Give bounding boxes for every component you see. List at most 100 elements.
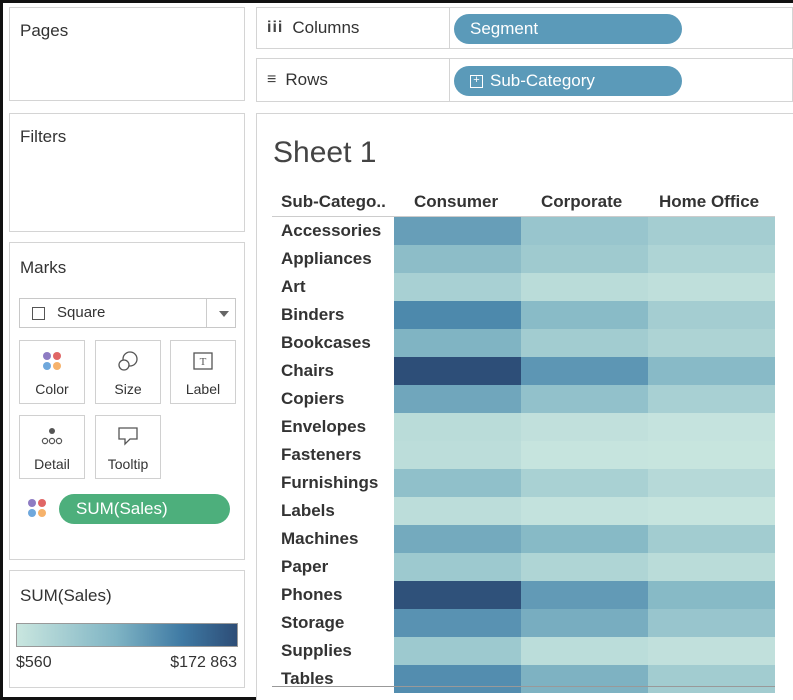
heatmap-cell[interactable]	[648, 329, 775, 357]
filters-title: Filters	[20, 127, 67, 146]
heatmap-cell[interactable]	[648, 441, 775, 469]
columns-label: Columns	[292, 18, 360, 37]
heatmap-cell[interactable]	[394, 357, 521, 385]
filters-shelf[interactable]: Filters	[9, 113, 245, 232]
heatmap-cell[interactable]	[521, 665, 648, 693]
marks-card: Marks Square Color Size T Label Detail T…	[9, 242, 245, 560]
heatmap-cell[interactable]	[521, 217, 648, 245]
color-card[interactable]: Color	[19, 340, 85, 404]
heatmap-cell[interactable]	[521, 273, 648, 301]
row-label[interactable]: Paper	[281, 553, 328, 581]
segment-pill[interactable]: Segment	[454, 14, 682, 44]
row-label[interactable]: Binders	[281, 301, 344, 329]
heatmap-cell[interactable]	[648, 609, 775, 637]
heatmap-cell[interactable]	[648, 385, 775, 413]
mark-type-dropdown[interactable]: Square	[19, 298, 236, 328]
row-label[interactable]: Machines	[281, 525, 358, 553]
heatmap-cell[interactable]	[648, 217, 775, 245]
detail-card[interactable]: Detail	[19, 415, 85, 479]
row-label[interactable]: Phones	[281, 581, 342, 609]
tooltip-icon	[96, 426, 160, 446]
heatmap-cell[interactable]	[648, 357, 775, 385]
heatmap-cell[interactable]	[394, 413, 521, 441]
heatmap-cell[interactable]	[521, 637, 648, 665]
heatmap-cell[interactable]	[521, 497, 648, 525]
rows-label: Rows	[285, 70, 328, 89]
heatmap-cell[interactable]	[648, 553, 775, 581]
column-header-consumer[interactable]: Consumer	[414, 192, 498, 212]
tooltip-card[interactable]: Tooltip	[95, 415, 161, 479]
row-header-label[interactable]: Sub-Catego..	[281, 192, 386, 212]
heatmap-cell[interactable]	[521, 245, 648, 273]
heatmap-cell[interactable]	[648, 497, 775, 525]
color-legend: SUM(Sales) $560 $172 863	[9, 570, 245, 688]
heatmap-cell[interactable]	[394, 441, 521, 469]
heatmap-cell[interactable]	[394, 469, 521, 497]
size-card[interactable]: Size	[95, 340, 161, 404]
row-label[interactable]: Labels	[281, 497, 335, 525]
heatmap-cell[interactable]	[648, 301, 775, 329]
heatmap-cell[interactable]	[394, 329, 521, 357]
row-label[interactable]: Art	[281, 273, 306, 301]
row-label[interactable]: Supplies	[281, 637, 352, 665]
heatmap-cell[interactable]	[394, 581, 521, 609]
heatmap-cell[interactable]	[521, 441, 648, 469]
heatmap-cell[interactable]	[648, 413, 775, 441]
heatmap-cell[interactable]	[521, 525, 648, 553]
heatmap-cell[interactable]	[521, 609, 648, 637]
heatmap-cell[interactable]	[648, 665, 775, 693]
sub-category-pill[interactable]: + Sub-Category	[454, 66, 682, 96]
heatmap-cell[interactable]	[521, 385, 648, 413]
heatmap-cell[interactable]	[394, 553, 521, 581]
heatmap-cell[interactable]	[521, 413, 648, 441]
row-label[interactable]: Accessories	[281, 217, 381, 245]
sum-sales-pill[interactable]: SUM(Sales)	[59, 494, 230, 524]
heatmap-cell[interactable]	[394, 245, 521, 273]
columns-shelf[interactable]: iii Columns Segment	[256, 7, 793, 49]
label-card[interactable]: T Label	[170, 340, 236, 404]
row-label[interactable]: Copiers	[281, 385, 344, 413]
expand-plus-icon: +	[470, 74, 483, 88]
rows-shelf[interactable]: ≡ Rows + Sub-Category	[256, 58, 793, 102]
rows-shelf-label: ≡ Rows	[257, 59, 450, 101]
heatmap-cell[interactable]	[394, 637, 521, 665]
column-header-corporate[interactable]: Corporate	[541, 192, 622, 212]
heatmap-cell[interactable]	[648, 273, 775, 301]
heatmap-cell[interactable]	[521, 357, 648, 385]
columns-icon: iii	[267, 19, 284, 36]
heatmap-cell[interactable]	[394, 609, 521, 637]
heatmap-cell[interactable]	[394, 301, 521, 329]
heatmap-cell[interactable]	[394, 497, 521, 525]
heatmap-cell[interactable]	[394, 525, 521, 553]
heatmap-cell[interactable]	[648, 637, 775, 665]
heatmap-cell[interactable]	[521, 329, 648, 357]
heatmap-cell[interactable]	[521, 469, 648, 497]
heatmap-cell[interactable]	[394, 273, 521, 301]
heatmap-cell[interactable]	[648, 525, 775, 553]
heatmap-cell[interactable]	[648, 245, 775, 273]
heatmap-cell[interactable]	[394, 385, 521, 413]
row-label[interactable]: Furnishings	[281, 469, 378, 497]
heatmap-cell[interactable]	[521, 553, 648, 581]
legend-gradient[interactable]	[16, 623, 238, 647]
column-header-home-office[interactable]: Home Office	[659, 192, 759, 212]
heatmap-cell[interactable]	[521, 581, 648, 609]
heatmap-cell[interactable]	[648, 469, 775, 497]
row-label[interactable]: Storage	[281, 609, 344, 637]
heatmap-cell[interactable]	[394, 665, 521, 693]
row-label[interactable]: Tables	[281, 665, 334, 693]
row-label[interactable]: Envelopes	[281, 413, 366, 441]
row-label[interactable]: Chairs	[281, 357, 334, 385]
dropdown-divider	[206, 299, 207, 327]
detail-icon	[20, 426, 84, 446]
legend-min-label: $560	[16, 654, 52, 671]
square-icon	[32, 307, 45, 320]
heatmap-cell[interactable]	[648, 581, 775, 609]
row-label[interactable]: Appliances	[281, 245, 372, 273]
heatmap-cell[interactable]	[394, 217, 521, 245]
color-dots-icon	[20, 351, 84, 371]
row-label[interactable]: Fasteners	[281, 441, 361, 469]
pages-shelf[interactable]: Pages	[9, 7, 245, 101]
heatmap-cell[interactable]	[521, 301, 648, 329]
row-label[interactable]: Bookcases	[281, 329, 371, 357]
